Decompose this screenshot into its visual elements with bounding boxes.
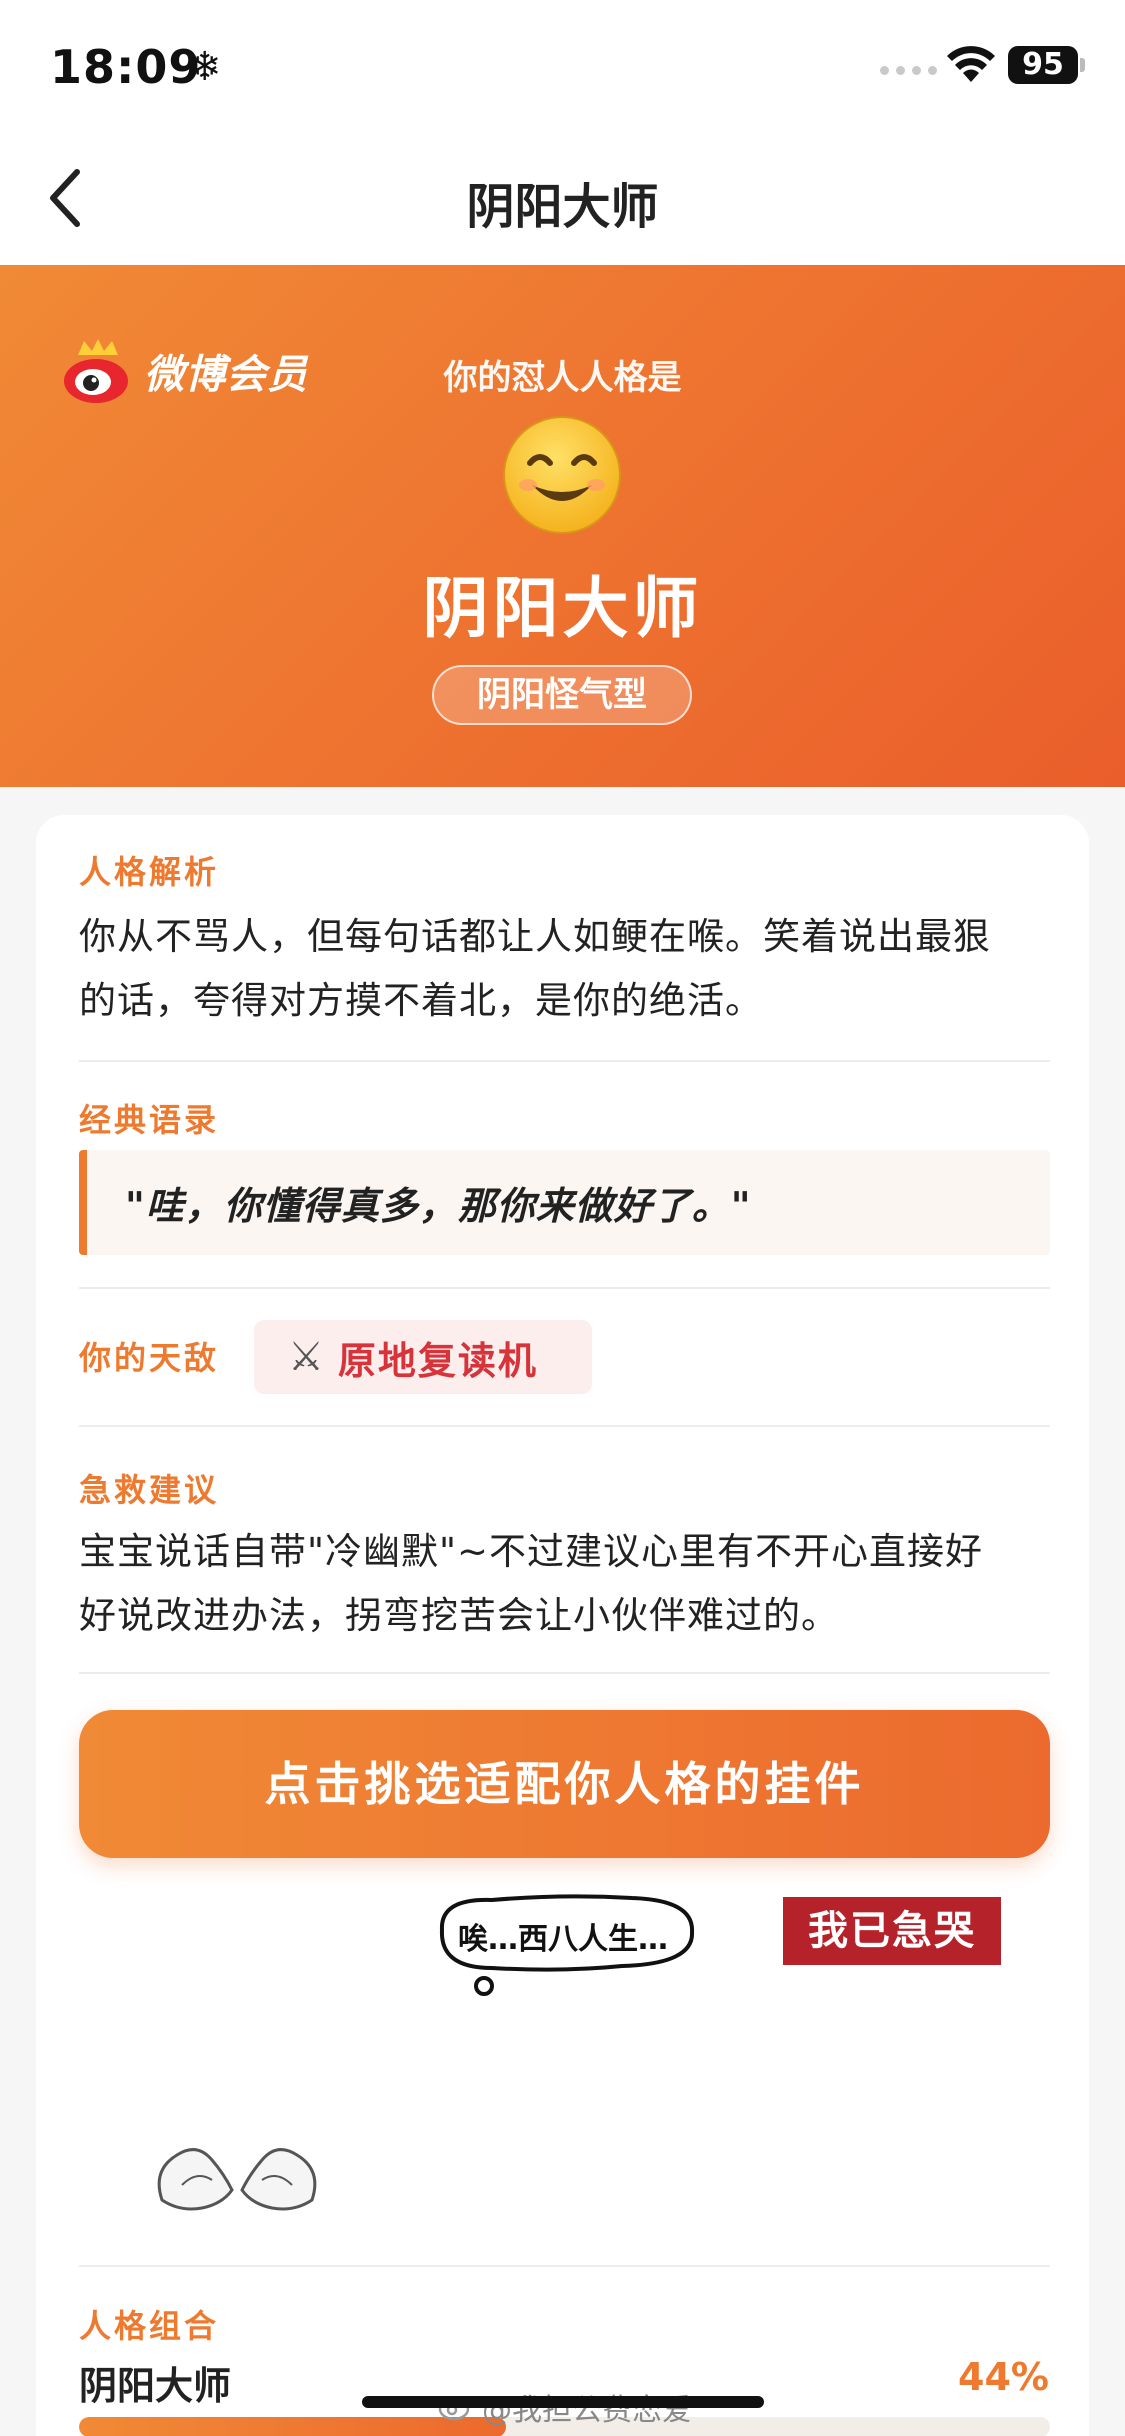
analysis-label: 人格解析 [79,853,220,891]
advice-line: 宝宝说话自带"冷幽默"~不过建议心里有不开心直接好 [79,1530,984,1573]
status-bar: 18:09 ❄ 95 [0,0,1125,135]
crossed-swords-icon: ⚔ [288,1334,324,1380]
bubble-text: 唉…西八人生… [458,1922,668,1957]
thought-bubble-sticker[interactable]: 唉…西八人生… [422,1890,704,2010]
enemy-label: 你的天敌 [79,1339,220,1377]
divider [79,1672,1050,1674]
divider [79,1060,1050,1062]
combo-name: 阴阳大师 [79,2364,232,2408]
hero-subtitle: 你的怼人人格是 [443,358,682,398]
analysis-text: 你从不骂人，但每句话都让人如鲠在喉。笑着说出最狠 的话，夸得对方摸不着北，是你的… [79,905,1059,1033]
nav-bar: 阴阳大师 [0,135,1125,265]
advice-line: 好说改进办法，拐弯挖苦会让小伙伴难过的。 [79,1594,839,1637]
personality-title: 阴阳大师 [422,570,703,647]
divider [79,1425,1050,1427]
advice-label: 急救建议 [79,1471,220,1509]
hero-banner: 微博会员 你的怼人人格是 阴阳大师 阴阳怪气型 [0,265,1125,787]
combo-label: 人格组合 [79,2307,220,2345]
result-card: 人格解析 你从不骂人，但每句话都让人如鲠在喉。笑着说出最狠 的话，夸得对方摸不着… [36,815,1089,2436]
heart-hands-sticker[interactable] [152,2130,322,2220]
status-time: 18:09 [50,40,202,94]
crying-sticker[interactable]: 我已急哭 [783,1897,1001,1965]
analysis-line: 的话，夸得对方摸不着北，是你的绝活。 [79,979,763,1022]
home-indicator[interactable] [362,2396,764,2408]
divider [79,1287,1050,1289]
cellular-signal-icon [880,66,937,75]
smiling-face-icon [503,416,621,534]
choose-pendant-button[interactable]: 点击挑选适配你人格的挂件 [79,1710,1050,1858]
personality-type-badge: 阴阳怪气型 [432,665,692,725]
quote-box: "哇，你懂得真多，那你来做好了。" [79,1150,1050,1255]
quote-label: 经典语录 [79,1101,220,1139]
combo-percent: 44% [958,2355,1049,2399]
battery-icon: 95 [1008,46,1078,84]
battery-tip [1080,58,1085,72]
wifi-icon [947,46,995,82]
quote-text: "哇，你懂得真多，那你来做好了。" [125,1184,752,1228]
enemy-text: 原地复读机 [337,1338,538,1383]
snowflake-icon: ❄ [188,44,222,90]
divider [79,2265,1050,2267]
analysis-line: 你从不骂人，但每句话都让人如鲠在喉。笑着说出最狠 [79,915,991,958]
advice-text: 宝宝说话自带"冷幽默"~不过建议心里有不开心直接好 好说改进办法，拐弯挖苦会让小… [79,1520,1059,1648]
page-title: 阴阳大师 [466,179,659,235]
enemy-chip: ⚔ 原地复读机 [254,1320,592,1394]
